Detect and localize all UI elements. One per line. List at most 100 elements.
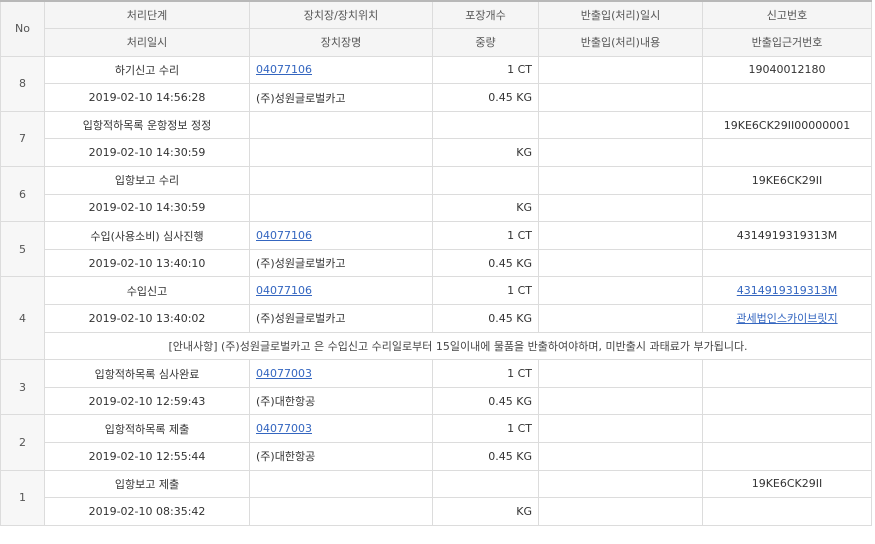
inout-datetime: [538, 110, 703, 140]
warehouse-name: [249, 497, 433, 526]
warehouse-code-link[interactable]: 04077003: [256, 367, 312, 380]
warehouse-name: (주)대한항공: [249, 386, 433, 416]
row-number: 8: [0, 55, 45, 112]
process-datetime: 2019-02-10 14:30:59: [44, 138, 250, 168]
table-row: 2019-02-10 08:35:42 KG: [1, 497, 872, 526]
warehouse-name: (주)성원글로벌카고: [249, 304, 433, 333]
inout-content: [538, 386, 703, 416]
warehouse-code-link[interactable]: 04077003: [256, 422, 312, 435]
process-datetime: 2019-02-10 08:35:42: [44, 497, 250, 526]
basis-number: [702, 442, 872, 471]
warehouse-code-cell: 04077106: [249, 221, 433, 250]
warehouse-code: [249, 110, 433, 140]
warehouse-name: [249, 193, 433, 223]
header-weight: 중량: [432, 28, 539, 57]
inout-content: [538, 304, 703, 333]
warehouse-name: (주)대한항공: [249, 442, 433, 471]
header-warehouse-name: 장치장명: [249, 28, 433, 57]
weight: 0.45 KG: [432, 442, 539, 471]
table-row: 2019-02-10 14:56:28 (주)성원글로벌카고 0.45 KG: [1, 83, 872, 112]
warehouse-code-cell: 04077106: [249, 55, 433, 85]
package-count: 1 CT: [432, 359, 539, 388]
inout-datetime: [538, 166, 703, 195]
process-step: 수입신고: [44, 276, 250, 306]
process-datetime: 2019-02-10 14:30:59: [44, 193, 250, 223]
package-count: [432, 166, 539, 195]
header-basis-number: 반출입근거번호: [702, 28, 872, 57]
row-number: 4: [0, 276, 45, 361]
process-step: 하기신고 수리: [44, 55, 250, 85]
package-count: [432, 469, 539, 499]
weight: 0.45 KG: [432, 304, 539, 333]
header-process-datetime: 처리일시: [44, 28, 250, 57]
report-number-link[interactable]: 4314919319313M: [737, 284, 837, 297]
notice-text: [안내사항] (주)성원글로벌카고 은 수입신고 수리일로부터 15일이내에 물…: [44, 331, 872, 361]
table-row: 2019-02-10 13:40:02 (주)성원글로벌카고 0.45 KG 관…: [1, 304, 872, 333]
process-step: 입항적하목록 제출: [44, 414, 250, 443]
cargo-progress-table: No 처리단계 장치장/장치위치 포장개수 반출입(처리)일시 신고번호 처리일…: [0, 0, 872, 526]
inout-content: [538, 442, 703, 471]
weight: 0.45 KG: [432, 386, 539, 416]
header-row-1: No 처리단계 장치장/장치위치 포장개수 반출입(처리)일시 신고번호: [0, 0, 872, 57]
table-row: 2 입항적하목록 제출 04077003 1 CT: [0, 414, 872, 471]
warehouse-code: [249, 166, 433, 195]
report-number-cell: 4314919319313M: [702, 276, 872, 306]
process-step: 입항보고 제출: [44, 469, 250, 499]
warehouse-code-cell: 04077003: [249, 359, 433, 388]
process-step: 입항적하목록 심사완료: [44, 359, 250, 388]
basis-number: [702, 497, 872, 526]
header-inout-content: 반출입(처리)내용: [538, 28, 703, 57]
table-row: 1 입항보고 제출 19KE6CK29II: [0, 469, 872, 526]
row-number: 2: [0, 414, 45, 471]
report-number: 19040012180: [702, 55, 872, 85]
warehouse-code-cell: 04077003: [249, 414, 433, 443]
inout-datetime: [538, 276, 703, 306]
inout-content: [538, 193, 703, 223]
table-row: 8 하기신고 수리 04077106 1 CT 19040012180: [0, 55, 872, 112]
warehouse-code-cell: 04077106: [249, 276, 433, 306]
weight: 0.45 KG: [432, 248, 539, 278]
report-number: 19KE6CK29II: [702, 166, 872, 195]
process-datetime: 2019-02-10 14:56:28: [44, 83, 250, 112]
inout-datetime: [538, 414, 703, 443]
warehouse-code: [249, 469, 433, 499]
inout-datetime: [538, 359, 703, 388]
report-number: 19KE6CK29II00000001: [702, 110, 872, 140]
process-step: 입항보고 수리: [44, 166, 250, 195]
basis-number: [702, 248, 872, 278]
warehouse-code-link[interactable]: 04077106: [256, 284, 312, 297]
inout-content: [538, 138, 703, 168]
warehouse-code-link[interactable]: 04077106: [256, 63, 312, 76]
customs-broker-link[interactable]: 관세법인스카이브릿지: [736, 312, 837, 325]
inout-datetime: [538, 469, 703, 499]
basis-number: [702, 138, 872, 168]
basis-number-cell: 관세법인스카이브릿지: [702, 304, 872, 333]
report-number: 4314919319313M: [702, 221, 872, 250]
table-row: 5 수입(사용소비) 심사진행 04077106 1 CT 4314919319…: [0, 221, 872, 278]
inout-content: [538, 248, 703, 278]
warehouse-code-link[interactable]: 04077106: [256, 229, 312, 242]
weight: 0.45 KG: [432, 83, 539, 112]
warehouse-name: [249, 138, 433, 168]
header-no: No: [0, 0, 45, 57]
process-step: 수입(사용소비) 심사진행: [44, 221, 250, 250]
header-warehouse-location: 장치장/장치위치: [249, 0, 433, 30]
package-count: 1 CT: [432, 55, 539, 85]
report-number: [702, 359, 872, 388]
basis-number: [702, 83, 872, 112]
process-datetime: 2019-02-10 13:40:10: [44, 248, 250, 278]
inout-datetime: [538, 221, 703, 250]
table-row: 2019-02-10 14:30:59 KG: [1, 138, 872, 168]
header-inout-datetime: 반출입(처리)일시: [538, 0, 703, 30]
package-count: 1 CT: [432, 414, 539, 443]
row-number: 3: [0, 359, 45, 416]
process-datetime: 2019-02-10 12:55:44: [44, 442, 250, 471]
process-step: 입항적하목록 운항정보 정정: [44, 110, 250, 140]
weight: KG: [432, 193, 539, 223]
table-row: 3 입항적하목록 심사완료 04077003 1 CT: [0, 359, 872, 416]
package-count: [432, 110, 539, 140]
weight: KG: [432, 497, 539, 526]
inout-datetime: [538, 55, 703, 85]
table-row: 4 수입신고 04077106 1 CT 4314919319313M: [0, 276, 872, 361]
header-package-count: 포장개수: [432, 0, 539, 30]
